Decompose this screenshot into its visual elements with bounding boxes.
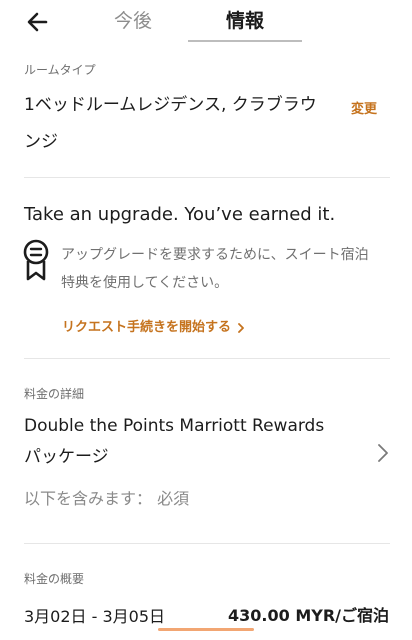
change-room-link[interactable]: 変更 bbox=[351, 98, 377, 117]
start-request-link-label: リクエスト手続きを開始する bbox=[62, 320, 232, 335]
rate-summary-label: 料金の概要 bbox=[24, 572, 85, 586]
active-tab-indicator bbox=[188, 40, 302, 42]
upgrade-title: Take an upgrade. You’ve earned it. bbox=[24, 204, 336, 225]
nightly-price: 430.00 MYR/ご宿泊 bbox=[228, 606, 389, 625]
divider bbox=[24, 543, 390, 544]
stay-dates: 3月02日 - 3月05日 bbox=[24, 607, 166, 626]
back-arrow-icon[interactable] bbox=[24, 8, 52, 36]
room-type-label: ルームタイプ bbox=[24, 63, 96, 77]
divider bbox=[24, 358, 390, 359]
header: 今後 情報 bbox=[0, 0, 412, 44]
rate-details-label: 料金の詳細 bbox=[24, 387, 85, 401]
divider bbox=[24, 177, 390, 178]
award-ribbon-icon bbox=[23, 239, 49, 281]
room-type-value: 1ベッドルームレジデンス, クラブラウンジ bbox=[24, 95, 317, 152]
upgrade-description: アップグレードを要求するために、スイート宿泊特典を使用してください。 bbox=[61, 247, 369, 291]
start-request-link[interactable]: リクエスト手続きを開始する bbox=[62, 316, 245, 335]
chevron-right-icon bbox=[238, 322, 244, 333]
rate-name: Double the Points Marriott Rewards パッケージ bbox=[24, 416, 325, 467]
tab-info[interactable]: 情報 bbox=[188, 4, 302, 42]
chevron-right-icon bbox=[378, 444, 388, 462]
rate-includes: 以下を含みます： 必須 bbox=[24, 489, 190, 508]
rate-details-row[interactable]: Double the Points Marriott Rewards パッケージ… bbox=[0, 405, 412, 525]
scroll-indicator bbox=[158, 628, 254, 631]
tab-future[interactable]: 今後 bbox=[90, 4, 176, 42]
